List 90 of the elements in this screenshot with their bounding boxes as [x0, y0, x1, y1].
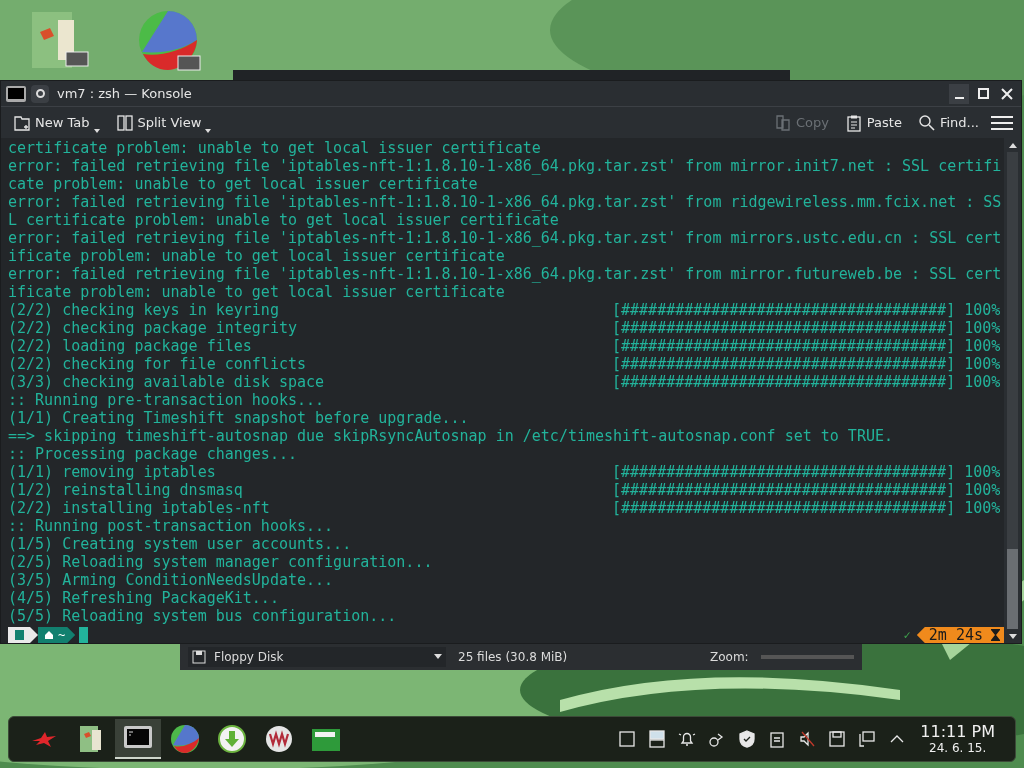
- progress-percent: 100%: [964, 499, 1001, 517]
- scroll-up-icon[interactable]: [1008, 142, 1017, 148]
- task-button[interactable]: [115, 719, 161, 759]
- download-icon: [218, 725, 246, 753]
- toolbar-button[interactable]: Find...: [913, 109, 983, 136]
- terminal-line: (5/5) Reloading system bus configuration...: [8, 607, 397, 625]
- progress-percent: 100%: [964, 355, 1001, 373]
- terminal-line: (2/2) installing iptables-nft: [8, 499, 271, 517]
- terminal-icon: [123, 725, 153, 751]
- file-summary: 25 files (30.8 MiB): [458, 648, 569, 666]
- progress-text: [####################################]: [612, 481, 956, 499]
- desktop-icon[interactable]: [618, 730, 637, 748]
- pin-button[interactable]: [31, 84, 49, 103]
- caret-icon: [434, 654, 442, 659]
- duration-segment: 2m 24s: [916, 627, 1004, 643]
- terminal-line: certificate problem: unable to get local issuer certificate: [8, 139, 541, 157]
- terminal-line: error: failed retrieving file 'iptables-nft-1:1.8.10-1-x86_64.pkg.tar.zst' from mirror.futureweb.be : SSL cert: [8, 265, 1002, 283]
- home-icon: [44, 630, 54, 640]
- cursor: [79, 627, 89, 643]
- terminal-line: (2/2) checking for file conflicts: [8, 355, 307, 373]
- terminal-line: ificate problem: unable to get local issuer certificate: [8, 247, 505, 265]
- progress-percent: 100%: [964, 373, 1001, 391]
- progress-text: [####################################]: [612, 319, 956, 337]
- terminal-line: (1/2) reinstalling dnsmasq: [8, 481, 244, 499]
- progress-percent: 100%: [964, 337, 1001, 355]
- search-icon: [917, 113, 936, 132]
- terminal-line: (3/5) Arming ConditionNeedsUpdate...: [8, 571, 334, 589]
- vm-logo-icon: [265, 725, 293, 753]
- terminal-line: (2/5) Reloading system manager configuration...: [8, 553, 433, 571]
- folder-icon[interactable]: [30, 10, 90, 70]
- terminal-line: (1/5) Creating system user accounts...: [8, 535, 352, 553]
- muted-speaker-icon[interactable]: [798, 730, 817, 748]
- scroll-down-icon[interactable]: [1008, 633, 1017, 639]
- progress-percent: 100%: [964, 463, 1001, 481]
- terminal-line: (2/2) loading package files: [8, 337, 253, 355]
- clipboard-icon: [844, 113, 863, 132]
- device-label: Floppy Disk: [214, 648, 285, 666]
- terminal-line: :: Running post-transaction hooks...: [8, 517, 334, 535]
- progress-percent: 100%: [964, 481, 1001, 499]
- terminal-line: (3/3) checking available disk space: [8, 373, 326, 391]
- terminal-line: cate problem: unable to get local issuer certificate: [8, 175, 478, 193]
- progress-text: [####################################]: [612, 499, 956, 517]
- progress-percent: 100%: [964, 301, 1001, 319]
- terminal-line: (2/2) checking package integrity: [8, 319, 298, 337]
- floppy-icon: [192, 649, 206, 664]
- progress-text: [####################################]: [612, 355, 956, 373]
- progress-text: [####################################]: [612, 301, 956, 319]
- scrollbar[interactable]: [1004, 138, 1021, 643]
- folder-icon: [311, 726, 341, 752]
- window-title: vm7 : zsh — Konsole: [57, 84, 192, 103]
- shield-icon[interactable]: [738, 730, 757, 748]
- terminal-line: ificate problem: unable to get local issuer certificate: [8, 283, 505, 301]
- zoom-label: Zoom:: [710, 648, 749, 666]
- progress-text: [####################################]: [612, 463, 956, 481]
- clipboard-icon[interactable]: [768, 730, 787, 748]
- save-icon[interactable]: [828, 730, 847, 748]
- status-check: ✓: [903, 627, 911, 644]
- copy-icon: [773, 113, 792, 132]
- prompt-segment: ~: [38, 627, 76, 643]
- toolbar-button[interactable]: Split View: [111, 109, 216, 136]
- terminal-icon: [5, 84, 27, 103]
- os-segment-icon: [8, 627, 38, 643]
- window-preview-icon[interactable]: [648, 730, 667, 748]
- scrollbar-thumb[interactable]: [1007, 549, 1018, 629]
- globe-icon[interactable]: [138, 8, 202, 72]
- bell-icon[interactable]: [678, 730, 697, 748]
- terminal-line: (4/5) Refreshing PackageKit...: [8, 589, 279, 607]
- terminal-line: :: Running pre-transaction hooks...: [8, 391, 325, 409]
- terminal-line: (1/1) removing iptables: [8, 463, 217, 481]
- progress-text: [####################################]: [612, 337, 956, 355]
- terminal-line: error: failed retrieving file 'iptables-nft-1:1.8.10-1-x86_64.pkg.tar.zst' from ridgewireless.mm.fcix.net : SS: [8, 193, 1002, 211]
- progress-text: [####################################]: [612, 373, 956, 391]
- minimize-button[interactable]: [949, 83, 969, 104]
- terminal-line: ==> skipping timeshift-autosnap due skipRsyncAutosnap in /etc/timeshift-autosnap.conf set to TRUE.: [8, 427, 893, 445]
- globe-icon: [170, 724, 200, 754]
- terminal-line: error: failed retrieving file 'iptables-nft-1:1.8.10-1-x86_64.pkg.tar.zst' from mirrors.ustc.edu.cn : SSL cert: [8, 229, 1002, 247]
- terminal-line: L certificate problem: unable to get local issuer certificate: [8, 211, 559, 229]
- split-view-icon: [115, 113, 134, 132]
- terminal-line: (1/1) Creating Timeshift snapshot before upgrade...: [8, 409, 469, 427]
- folder-icon: [78, 724, 104, 754]
- toolbar-button[interactable]: Paste: [840, 109, 906, 136]
- terminal-line: :: Processing package changes...: [8, 445, 297, 463]
- clock[interactable]: 11:11 PM 24. 6. 15.: [920, 724, 1003, 754]
- terminal-line: error: failed retrieving file 'iptables-nft-1:1.8.10-1-x86_64.pkg.tar.zst' from mirror.init7.net : SSL certifi: [8, 157, 1002, 175]
- terminal-line: (2/2) checking keys in keyring: [8, 301, 280, 319]
- device-selector[interactable]: Floppy Disk: [188, 646, 446, 667]
- toolbar-button[interactable]: New Tab: [9, 109, 104, 136]
- new-tab-icon: [13, 113, 31, 132]
- hourglass-icon: [991, 629, 1000, 641]
- progress-percent: 100%: [964, 319, 1001, 337]
